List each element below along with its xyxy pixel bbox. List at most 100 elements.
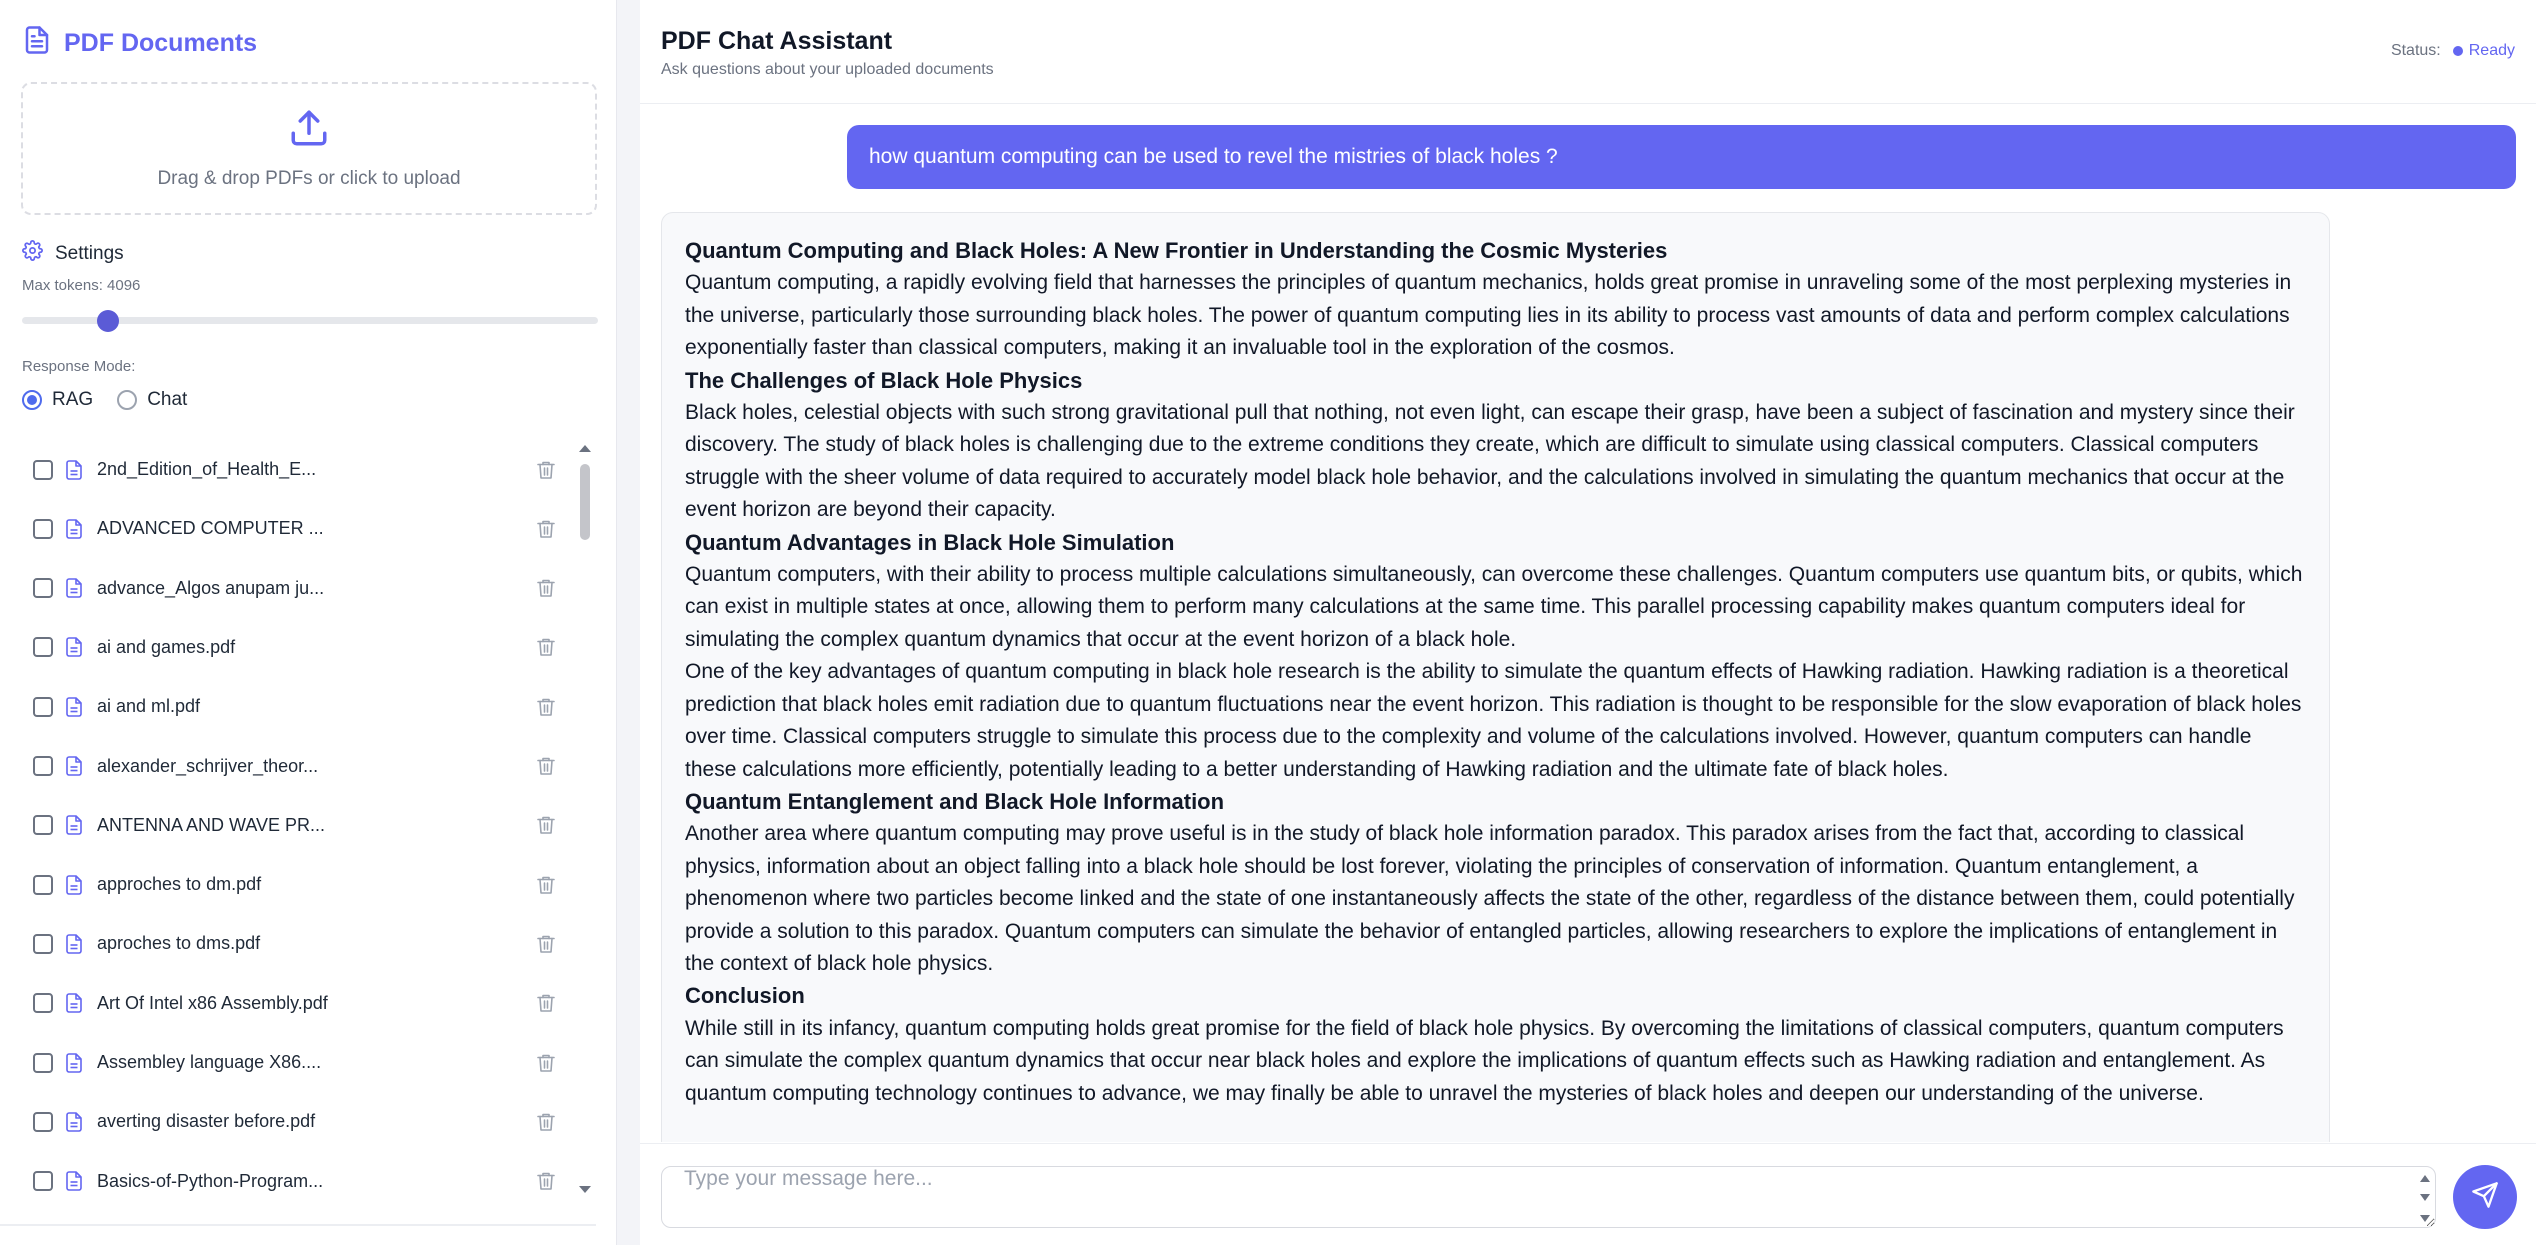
trash-icon[interactable]: [537, 519, 555, 539]
file-icon: [66, 637, 82, 658]
message-input[interactable]: [661, 1166, 2436, 1228]
file-list-item[interactable]: alexander_schrijver_theor...: [0, 737, 575, 796]
file-icon: [66, 934, 82, 954]
send-button[interactable]: [2453, 1165, 2517, 1229]
sidebar-bottom-divider: [0, 1224, 596, 1226]
file-checkbox[interactable]: [33, 993, 53, 1014]
trash-icon[interactable]: [537, 993, 555, 1013]
chat-header: PDF Chat Assistant Ask questions about y…: [640, 0, 2536, 104]
file-checkbox[interactable]: [33, 696, 53, 717]
file-list-item[interactable]: Assembley language X86....: [0, 1033, 575, 1092]
message-area[interactable]: how quantum computing can be used to rev…: [640, 105, 2536, 1142]
file-checkbox[interactable]: [33, 459, 53, 480]
page-title: PDF Chat Assistant: [661, 27, 893, 55]
chat-panel: PDF Chat Assistant Ask questions about y…: [640, 0, 2536, 1245]
file-checkbox[interactable]: [33, 1111, 53, 1132]
file-checkbox[interactable]: [33, 815, 53, 836]
trash-icon[interactable]: [537, 875, 555, 895]
mode-rag-option[interactable]: RAG: [22, 389, 93, 411]
status-value: Ready: [2468, 42, 2515, 59]
file-checkbox[interactable]: [33, 1171, 53, 1192]
file-list-scrollbar-thumb[interactable]: [580, 464, 590, 540]
chat-radio[interactable]: [117, 390, 138, 410]
document-icon: [22, 24, 52, 63]
file-icon: [66, 815, 82, 836]
response-mode-label: Response Mode:: [22, 358, 136, 375]
file-name: Assembley language X86....: [97, 1052, 322, 1072]
file-checkbox[interactable]: [33, 578, 53, 599]
file-list-item[interactable]: averting disaster before.pdf: [0, 1092, 575, 1151]
file-icon: [66, 993, 82, 1013]
gear-icon: [22, 240, 43, 267]
trash-icon[interactable]: [537, 1053, 555, 1073]
file-list-item[interactable]: aproches to dms.pdf: [0, 914, 575, 973]
response-paragraph: One of the key advantages of quantum com…: [685, 660, 2302, 781]
trash-icon[interactable]: [537, 1112, 555, 1132]
sidebar-title: PDF Documents: [22, 24, 257, 63]
file-icon: [66, 874, 82, 895]
response-paragraph: Quantum computing, a rapidly evolving fi…: [685, 271, 2292, 360]
file-checkbox[interactable]: [33, 637, 53, 658]
file-name: Art Of Intel x86 Assembly.pdf: [97, 992, 328, 1013]
trash-icon[interactable]: [537, 756, 555, 776]
file-list-item[interactable]: advance_Algos anupam ju...: [0, 559, 575, 618]
response-heading: Quantum Computing and Black Holes: A New…: [685, 238, 1668, 263]
file-icon: [66, 756, 82, 776]
response-paragraph: Quantum computers, with their ability to…: [685, 563, 2303, 651]
trash-icon[interactable]: [537, 1171, 555, 1191]
trash-icon[interactable]: [537, 934, 555, 954]
file-name: ai and ml.pdf: [97, 696, 201, 717]
file-list-item[interactable]: approches to dm.pdf: [0, 855, 575, 914]
response-paragraph: Black holes, celestial objects with such…: [685, 401, 2295, 522]
file-list-item[interactable]: Basics-of-Python-Program...: [0, 1152, 575, 1211]
upload-text: Drag & drop PDFs or click to upload: [157, 168, 461, 189]
response-heading: The Challenges of Black Hole Physics: [685, 367, 1083, 393]
send-icon: [2471, 1181, 2499, 1214]
file-list-item[interactable]: ai and ml.pdf: [0, 677, 575, 736]
trash-icon[interactable]: [537, 637, 555, 657]
trash-icon[interactable]: [537, 578, 555, 598]
file-list-item[interactable]: 2nd_Edition_of_Health_E...: [0, 440, 575, 499]
file-list-item[interactable]: ai and games.pdf: [0, 618, 575, 677]
file-icon: [66, 518, 82, 539]
file-name: advance_Algos anupam ju...: [97, 577, 325, 598]
trash-icon[interactable]: [537, 697, 555, 717]
response-paragraph: While still in its infancy, quantum comp…: [685, 1016, 2284, 1105]
file-icon: [66, 696, 82, 717]
settings-label: Settings: [55, 242, 124, 264]
rag-radio[interactable]: [22, 390, 42, 410]
file-list-item[interactable]: ANTENNA AND WAVE PR...: [0, 796, 575, 855]
upload-icon: [288, 107, 330, 154]
trash-icon[interactable]: [537, 815, 555, 835]
file-checkbox[interactable]: [33, 933, 53, 954]
file-list-item[interactable]: ADVANCED COMPUTER ...: [0, 499, 575, 558]
file-checkbox[interactable]: [33, 874, 53, 895]
file-checkbox[interactable]: [33, 1052, 53, 1073]
file-checkbox[interactable]: [33, 756, 53, 776]
trash-icon[interactable]: [537, 460, 555, 480]
mode-chat-option[interactable]: Chat: [117, 389, 187, 411]
rag-label: RAG: [52, 389, 94, 410]
chat-label: Chat: [147, 389, 188, 410]
settings-heading: Settings: [22, 240, 124, 267]
status-indicator: Status: Ready: [2391, 42, 2515, 60]
file-list: 2nd_Edition_of_Health_E... ADVANCED COMPU…: [0, 440, 575, 1220]
file-checkbox[interactable]: [33, 518, 53, 539]
file-name: ANTENNA AND WAVE PR...: [97, 814, 326, 835]
response-heading: Quantum Advantages in Black Hole Simulat…: [685, 529, 1175, 555]
file-icon: [66, 459, 82, 480]
file-name: alexander_schrijver_theor...: [97, 755, 319, 776]
upload-dropzone[interactable]: Drag & drop PDFs or click to upload: [21, 82, 597, 215]
scroll-up-arrow-icon[interactable]: [577, 441, 593, 453]
file-list-item[interactable]: Art Of Intel x86 Assembly.pdf: [0, 974, 575, 1033]
response-paragraph: Another area where quantum computing may…: [685, 822, 2295, 975]
user-message: how quantum computing can be used to rev…: [847, 125, 2516, 189]
input-resize-arrows-icon[interactable]: [2419, 1170, 2431, 1226]
scroll-down-arrow-icon[interactable]: [577, 1183, 593, 1195]
max-tokens-slider[interactable]: [22, 310, 598, 332]
file-name: approches to dm.pdf: [97, 874, 262, 895]
file-name: 2nd_Edition_of_Health_E...: [97, 459, 317, 479]
response-heading: Quantum Entanglement and Black Hole Info…: [685, 788, 1225, 814]
slider-thumb[interactable]: [97, 310, 120, 332]
file-name: Basics-of-Python-Program...: [97, 1170, 324, 1191]
